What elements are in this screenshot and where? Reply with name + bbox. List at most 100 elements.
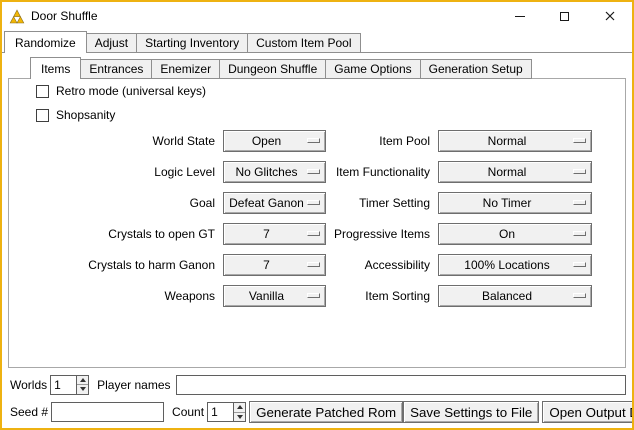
close-icon xyxy=(605,11,615,21)
tab-generation-setup[interactable]: Generation Setup xyxy=(420,59,532,79)
tab-label: Items xyxy=(41,62,70,76)
tab-adjust[interactable]: Adjust xyxy=(86,33,137,53)
tab-game-options[interactable]: Game Options xyxy=(325,59,420,79)
dropdown-value: Vanilla xyxy=(249,289,284,303)
field-row-logic-level: Logic Level No Glitches xyxy=(75,161,326,183)
field-label: Item Functionality xyxy=(310,165,430,179)
worlds-row: Worlds Player names xyxy=(10,374,626,395)
menu-indicator-icon xyxy=(573,138,586,143)
tab-items[interactable]: Items xyxy=(30,57,81,79)
field-label: World State xyxy=(75,134,215,148)
field-label: Goal xyxy=(75,196,215,210)
item-pool-dropdown[interactable]: Normal xyxy=(438,130,592,152)
tab-label: Adjust xyxy=(95,36,128,50)
open-output-directory-button[interactable]: Open Output Directory xyxy=(542,401,634,423)
arrow-down-icon xyxy=(237,415,243,419)
left-field-column: World State Open Logic Level No Glitches… xyxy=(75,130,326,316)
app-icon[interactable] xyxy=(9,8,25,24)
maximize-button[interactable] xyxy=(542,2,587,30)
menu-indicator-icon xyxy=(573,231,586,236)
tab-label: Dungeon Shuffle xyxy=(228,62,317,76)
menu-indicator-icon xyxy=(573,293,586,298)
field-row-item-sorting: Item Sorting Balanced xyxy=(310,285,592,307)
dropdown-value: On xyxy=(499,227,515,241)
field-label: Progressive Items xyxy=(310,227,430,241)
field-row-world-state: World State Open xyxy=(75,130,326,152)
item-sorting-dropdown[interactable]: Balanced xyxy=(438,285,592,307)
field-label: Item Sorting xyxy=(310,289,430,303)
field-row-accessibility: Accessibility 100% Locations xyxy=(310,254,592,276)
dropdown-value: 100% Locations xyxy=(464,258,549,272)
spin-up-button[interactable] xyxy=(77,376,88,385)
minimize-button[interactable] xyxy=(497,2,542,30)
dropdown-value: Normal xyxy=(488,134,527,148)
retro-mode-checkbox-row[interactable]: Retro mode (universal keys) xyxy=(36,84,206,98)
field-row-crystals-open-gt: Crystals to open GT 7 xyxy=(75,223,326,245)
save-settings-button[interactable]: Save Settings to File xyxy=(403,401,539,423)
count-input[interactable] xyxy=(207,402,233,422)
generate-patched-rom-button[interactable]: Generate Patched Rom xyxy=(249,401,403,423)
progressive-items-dropdown[interactable]: On xyxy=(438,223,592,245)
spin-up-button[interactable] xyxy=(234,403,245,412)
right-field-column: Item Pool Normal Item Functionality Norm… xyxy=(310,130,592,316)
worlds-spinbox[interactable] xyxy=(50,375,89,395)
timer-setting-dropdown[interactable]: No Timer xyxy=(438,192,592,214)
field-row-crystals-harm-ganon: Crystals to harm Ganon 7 xyxy=(75,254,326,276)
dropdown-value: 7 xyxy=(263,227,270,241)
field-label: Logic Level xyxy=(75,165,215,179)
seed-row: Seed # Count Generate Patched Rom Save S… xyxy=(10,401,626,423)
accessibility-dropdown[interactable]: 100% Locations xyxy=(438,254,592,276)
tab-custom-item-pool[interactable]: Custom Item Pool xyxy=(247,33,360,53)
tab-label: Entrances xyxy=(89,62,143,76)
worlds-spin-arrows xyxy=(76,375,89,395)
shopsanity-label[interactable]: Shopsanity xyxy=(56,108,115,122)
count-spinbox[interactable] xyxy=(207,402,246,422)
caption-buttons xyxy=(497,2,632,30)
field-row-timer-setting: Timer Setting No Timer xyxy=(310,192,592,214)
field-label: Crystals to open GT xyxy=(75,227,215,241)
field-label: Item Pool xyxy=(310,134,430,148)
tab-enemizer[interactable]: Enemizer xyxy=(151,59,220,79)
titlebar[interactable]: Door Shuffle xyxy=(2,2,632,30)
dropdown-value: 7 xyxy=(263,258,270,272)
dropdown-value: Normal xyxy=(488,165,527,179)
tab-entrances[interactable]: Entrances xyxy=(80,59,152,79)
item-functionality-dropdown[interactable]: Normal xyxy=(438,161,592,183)
shopsanity-checkbox[interactable] xyxy=(36,109,49,122)
field-row-progressive-items: Progressive Items On xyxy=(310,223,592,245)
player-names-input[interactable] xyxy=(176,375,627,395)
spin-down-button[interactable] xyxy=(234,412,245,422)
worlds-input[interactable] xyxy=(50,375,76,395)
field-label: Crystals to harm Ganon xyxy=(75,258,215,272)
window-title: Door Shuffle xyxy=(31,9,98,23)
spin-down-button[interactable] xyxy=(77,384,88,394)
retro-mode-checkbox[interactable] xyxy=(36,85,49,98)
inner-tab-bar: Items Entrances Enemizer Dungeon Shuffle… xyxy=(30,57,532,79)
tab-label: Randomize xyxy=(15,36,76,50)
arrow-down-icon xyxy=(80,387,86,391)
menu-indicator-icon xyxy=(573,200,586,205)
dropdown-value: No Glitches xyxy=(235,165,297,179)
window: Door Shuffle Randomize Adjust Starting I… xyxy=(0,0,634,430)
count-spin-arrows xyxy=(233,402,246,422)
tab-dungeon-shuffle[interactable]: Dungeon Shuffle xyxy=(219,59,326,79)
field-row-item-functionality: Item Functionality Normal xyxy=(310,161,592,183)
maximize-icon xyxy=(560,12,569,21)
tab-randomize[interactable]: Randomize xyxy=(4,31,87,53)
tab-label: Game Options xyxy=(334,62,411,76)
close-button[interactable] xyxy=(587,2,632,30)
menu-indicator-icon xyxy=(573,262,586,267)
dropdown-value: Open xyxy=(252,134,281,148)
shopsanity-checkbox-row[interactable]: Shopsanity xyxy=(36,108,115,122)
dropdown-value: Defeat Ganon xyxy=(229,196,304,210)
arrow-up-icon xyxy=(237,405,243,409)
field-row-weapons: Weapons Vanilla xyxy=(75,285,326,307)
minimize-icon xyxy=(515,16,525,17)
player-names-label: Player names xyxy=(97,378,170,392)
seed-label: Seed # xyxy=(10,405,48,419)
tab-starting-inventory[interactable]: Starting Inventory xyxy=(136,33,248,53)
retro-mode-label[interactable]: Retro mode (universal keys) xyxy=(56,84,206,98)
count-label: Count xyxy=(172,405,204,419)
field-label: Weapons xyxy=(75,289,215,303)
seed-input[interactable] xyxy=(51,402,164,422)
